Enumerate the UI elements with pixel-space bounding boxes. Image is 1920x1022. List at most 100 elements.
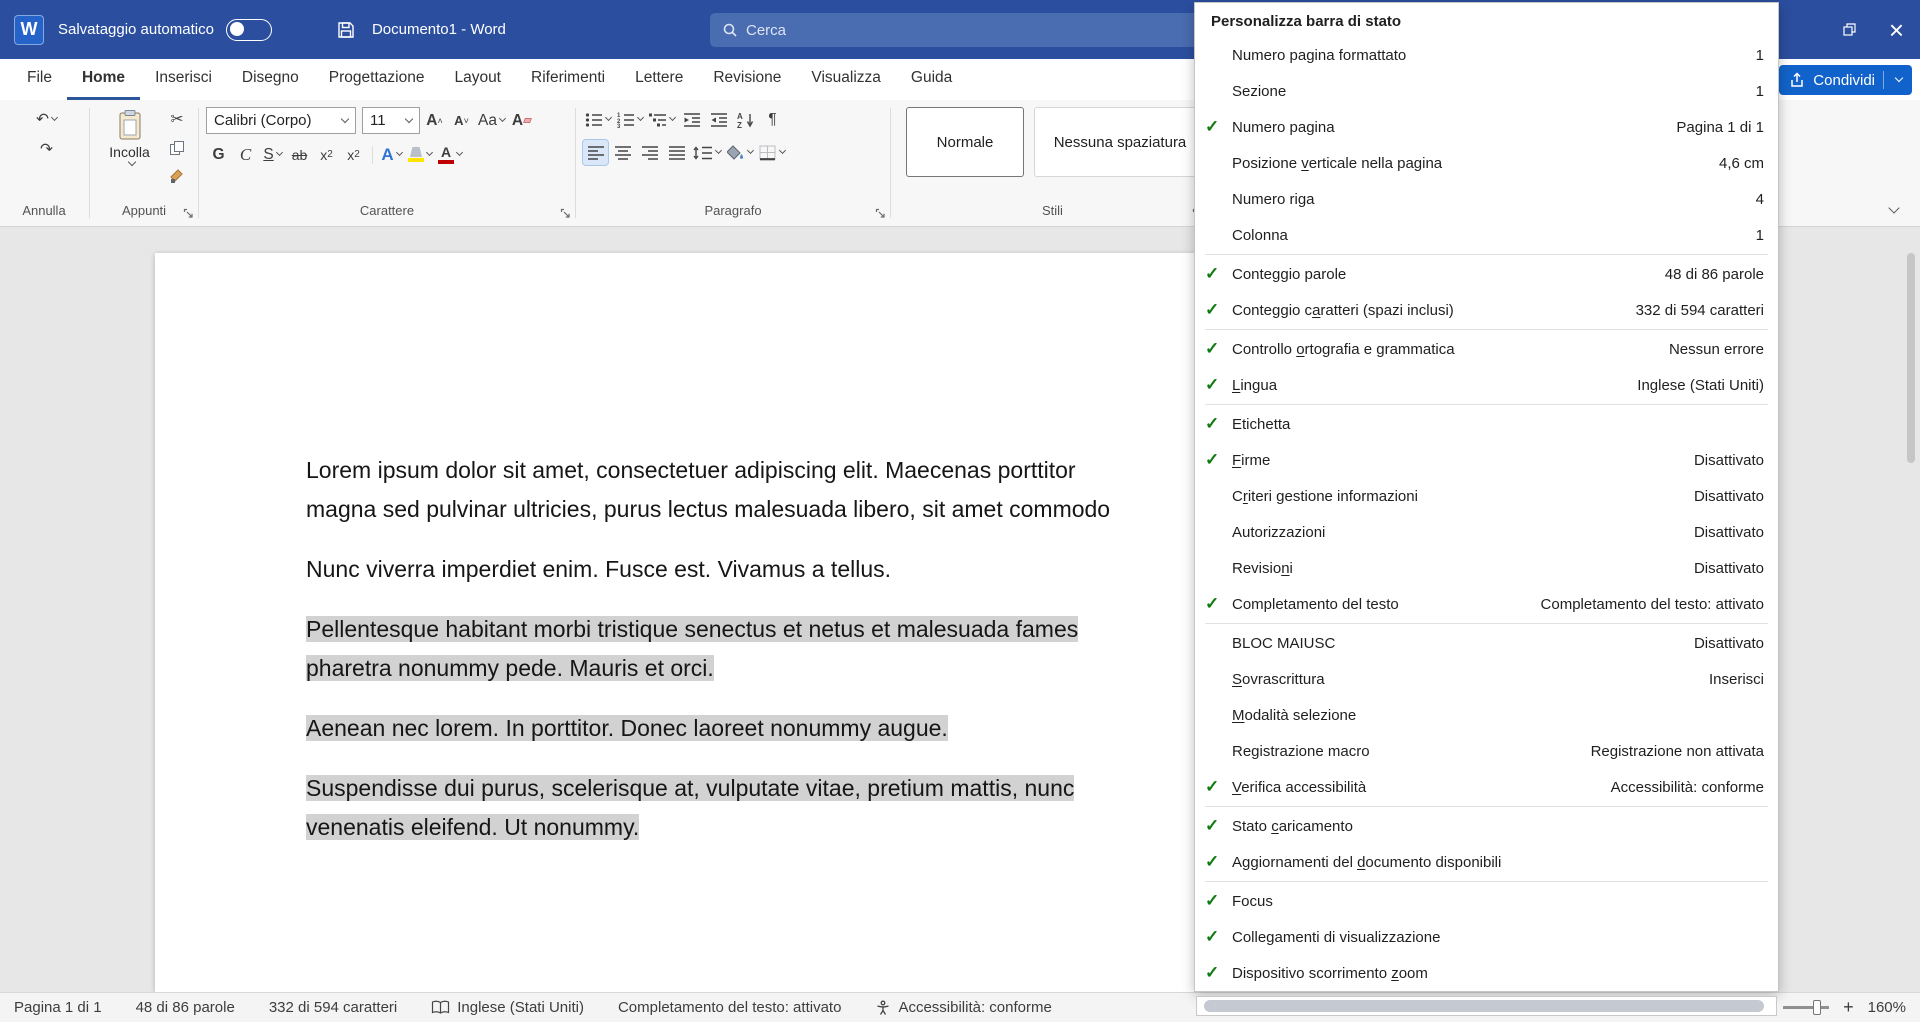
tab-visualizza[interactable]: Visualizza: [796, 59, 896, 100]
text-effects-button[interactable]: A: [379, 142, 404, 167]
multilevel-list-button[interactable]: [647, 107, 677, 132]
menu-item[interactable]: Registrazione macroRegistrazione non att…: [1195, 733, 1778, 769]
search-box[interactable]: [710, 13, 1202, 47]
subscript-button[interactable]: x2: [314, 142, 339, 167]
shading-button[interactable]: [725, 140, 755, 165]
justify-button[interactable]: [664, 140, 689, 165]
strikethrough-button[interactable]: ab: [287, 142, 312, 167]
bullets-button[interactable]: [583, 107, 613, 132]
page-indicator[interactable]: Pagina 1 di 1: [14, 999, 102, 1016]
zoom-percentage[interactable]: 160%: [1868, 999, 1906, 1016]
tab-progettazione[interactable]: Progettazione: [314, 59, 440, 100]
text-prediction-status[interactable]: Completamento del testo: attivato: [618, 999, 841, 1016]
tab-home[interactable]: Home: [67, 59, 140, 100]
collapse-ribbon-button[interactable]: [1880, 200, 1904, 220]
menu-item[interactable]: ✓Completamento del testoCompletamento de…: [1195, 586, 1778, 622]
line-spacing-button[interactable]: [691, 140, 723, 165]
menu-item[interactable]: ✓Focus: [1195, 883, 1778, 919]
menu-item[interactable]: ✓Etichetta: [1195, 406, 1778, 442]
menu-item[interactable]: RevisioniDisattivato: [1195, 550, 1778, 586]
highlight-button[interactable]: [406, 142, 434, 167]
document-line[interactable]: magna sed pulvinar ultricies, purus lect…: [306, 496, 1110, 522]
word-count[interactable]: 48 di 86 parole: [136, 999, 235, 1016]
format-painter-button[interactable]: [165, 163, 190, 188]
close-window-button[interactable]: ×: [1873, 0, 1920, 59]
menu-item[interactable]: ✓Stato caricamento: [1195, 808, 1778, 844]
style-card-nessuna-spaziatura[interactable]: Nessuna spaziatura: [1034, 107, 1206, 177]
menu-item[interactable]: ✓LinguaInglese (Stati Uniti): [1195, 367, 1778, 403]
menu-item[interactable]: Colonna1: [1195, 217, 1778, 253]
decrease-indent-button[interactable]: [679, 107, 704, 132]
bold-button[interactable]: G: [206, 142, 231, 167]
document-line[interactable]: venenatis eleifend. Ut nonummy.: [306, 814, 639, 840]
cut-button[interactable]: ✂: [165, 107, 190, 132]
tab-disegno[interactable]: Disegno: [227, 59, 314, 100]
borders-button[interactable]: [757, 140, 787, 165]
grow-font-button[interactable]: A˄: [422, 108, 447, 133]
document-line[interactable]: Lorem ipsum dolor sit amet, consectetuer…: [306, 457, 1076, 483]
menu-item[interactable]: AutorizzazioniDisattivato: [1195, 514, 1778, 550]
paste-button[interactable]: Incolla: [99, 107, 161, 200]
document-line[interactable]: pharetra nonummy pede. Mauris et orci.: [306, 655, 714, 681]
document-line[interactable]: Nunc viverra imperdiet enim. Fusce est. …: [306, 556, 891, 582]
language-status[interactable]: Inglese (Stati Uniti): [431, 999, 584, 1016]
carattere-dialog-launcher[interactable]: [560, 208, 571, 219]
zoom-slider-thumb[interactable]: [1813, 1000, 1821, 1015]
sort-button[interactable]: AZ: [733, 107, 758, 132]
menu-item[interactable]: ✓Conteggio parole48 di 86 parole: [1195, 256, 1778, 292]
menu-item[interactable]: ✓Controllo ortografia e grammaticaNessun…: [1195, 331, 1778, 367]
menu-item[interactable]: ✓Dispositivo scorrimento zoom: [1195, 955, 1778, 991]
share-button[interactable]: Condividi: [1779, 65, 1912, 95]
align-left-button[interactable]: [583, 140, 608, 165]
menu-item[interactable]: Criteri gestione informazioniDisattivato: [1195, 478, 1778, 514]
align-right-button[interactable]: [637, 140, 662, 165]
style-card-normale[interactable]: Normale: [906, 107, 1024, 177]
menu-item[interactable]: Numero riga4: [1195, 181, 1778, 217]
restore-window-button[interactable]: [1826, 0, 1873, 59]
search-input[interactable]: [746, 22, 1126, 39]
superscript-button[interactable]: x2: [341, 142, 366, 167]
menu-item[interactable]: BLOC MAIUSCDisattivato: [1195, 625, 1778, 661]
zoom-in-button[interactable]: +: [1843, 997, 1854, 1018]
align-center-button[interactable]: [610, 140, 635, 165]
tab-inserisci[interactable]: Inserisci: [140, 59, 227, 100]
document-line[interactable]: Suspendisse dui purus, scelerisque at, v…: [306, 775, 1074, 801]
tab-guida[interactable]: Guida: [896, 59, 967, 100]
change-case-button[interactable]: Aa: [476, 108, 507, 133]
char-count[interactable]: 332 di 594 caratteri: [269, 999, 397, 1016]
menu-horizontal-scrollbar[interactable]: [1196, 996, 1777, 1016]
menu-item[interactable]: ✓FirmeDisattivato: [1195, 442, 1778, 478]
menu-item[interactable]: ✓Conteggio caratteri (spazi inclusi)332 …: [1195, 292, 1778, 328]
zoom-slider[interactable]: [1783, 1006, 1829, 1009]
document-line[interactable]: Pellentesque habitant morbi tristique se…: [306, 616, 1078, 642]
menu-item[interactable]: ✓Verifica accessibilitàAccessibilità: co…: [1195, 769, 1778, 805]
clear-formatting-button[interactable]: A: [509, 108, 534, 133]
autosave-toggle[interactable]: [226, 19, 272, 41]
show-formatting-marks-button[interactable]: ¶: [760, 107, 785, 132]
menu-item[interactable]: Numero pagina formattato1: [1195, 37, 1778, 73]
menu-item[interactable]: Posizione verticale nella pagina4,6 cm: [1195, 145, 1778, 181]
copy-button[interactable]: [165, 135, 190, 160]
font-name-select[interactable]: Calibri (Corpo): [206, 107, 356, 134]
vertical-scrollbar[interactable]: [1905, 251, 1917, 971]
increase-indent-button[interactable]: [706, 107, 731, 132]
chevron-down-icon[interactable]: [1895, 74, 1903, 82]
font-color-button[interactable]: A: [436, 142, 464, 167]
save-button[interactable]: [336, 20, 356, 40]
menu-item[interactable]: Sezione1: [1195, 73, 1778, 109]
menu-item[interactable]: ✓Aggiornamenti del documento disponibili: [1195, 844, 1778, 880]
tab-layout[interactable]: Layout: [439, 59, 516, 100]
undo-button[interactable]: ↶: [34, 107, 59, 132]
scrollbar-thumb[interactable]: [1204, 1000, 1764, 1012]
menu-item[interactable]: Modalità selezione: [1195, 697, 1778, 733]
document-line[interactable]: Aenean nec lorem. In porttitor. Donec la…: [306, 715, 948, 741]
tab-riferimenti[interactable]: Riferimenti: [516, 59, 620, 100]
tab-revisione[interactable]: Revisione: [698, 59, 796, 100]
paragrafo-dialog-launcher[interactable]: [875, 208, 886, 219]
appunti-dialog-launcher[interactable]: [183, 208, 194, 219]
redo-button[interactable]: ↷: [34, 137, 59, 162]
tab-lettere[interactable]: Lettere: [620, 59, 698, 100]
scrollbar-thumb[interactable]: [1907, 253, 1915, 463]
tab-file[interactable]: File: [12, 59, 67, 100]
numbering-button[interactable]: 123: [615, 107, 645, 132]
